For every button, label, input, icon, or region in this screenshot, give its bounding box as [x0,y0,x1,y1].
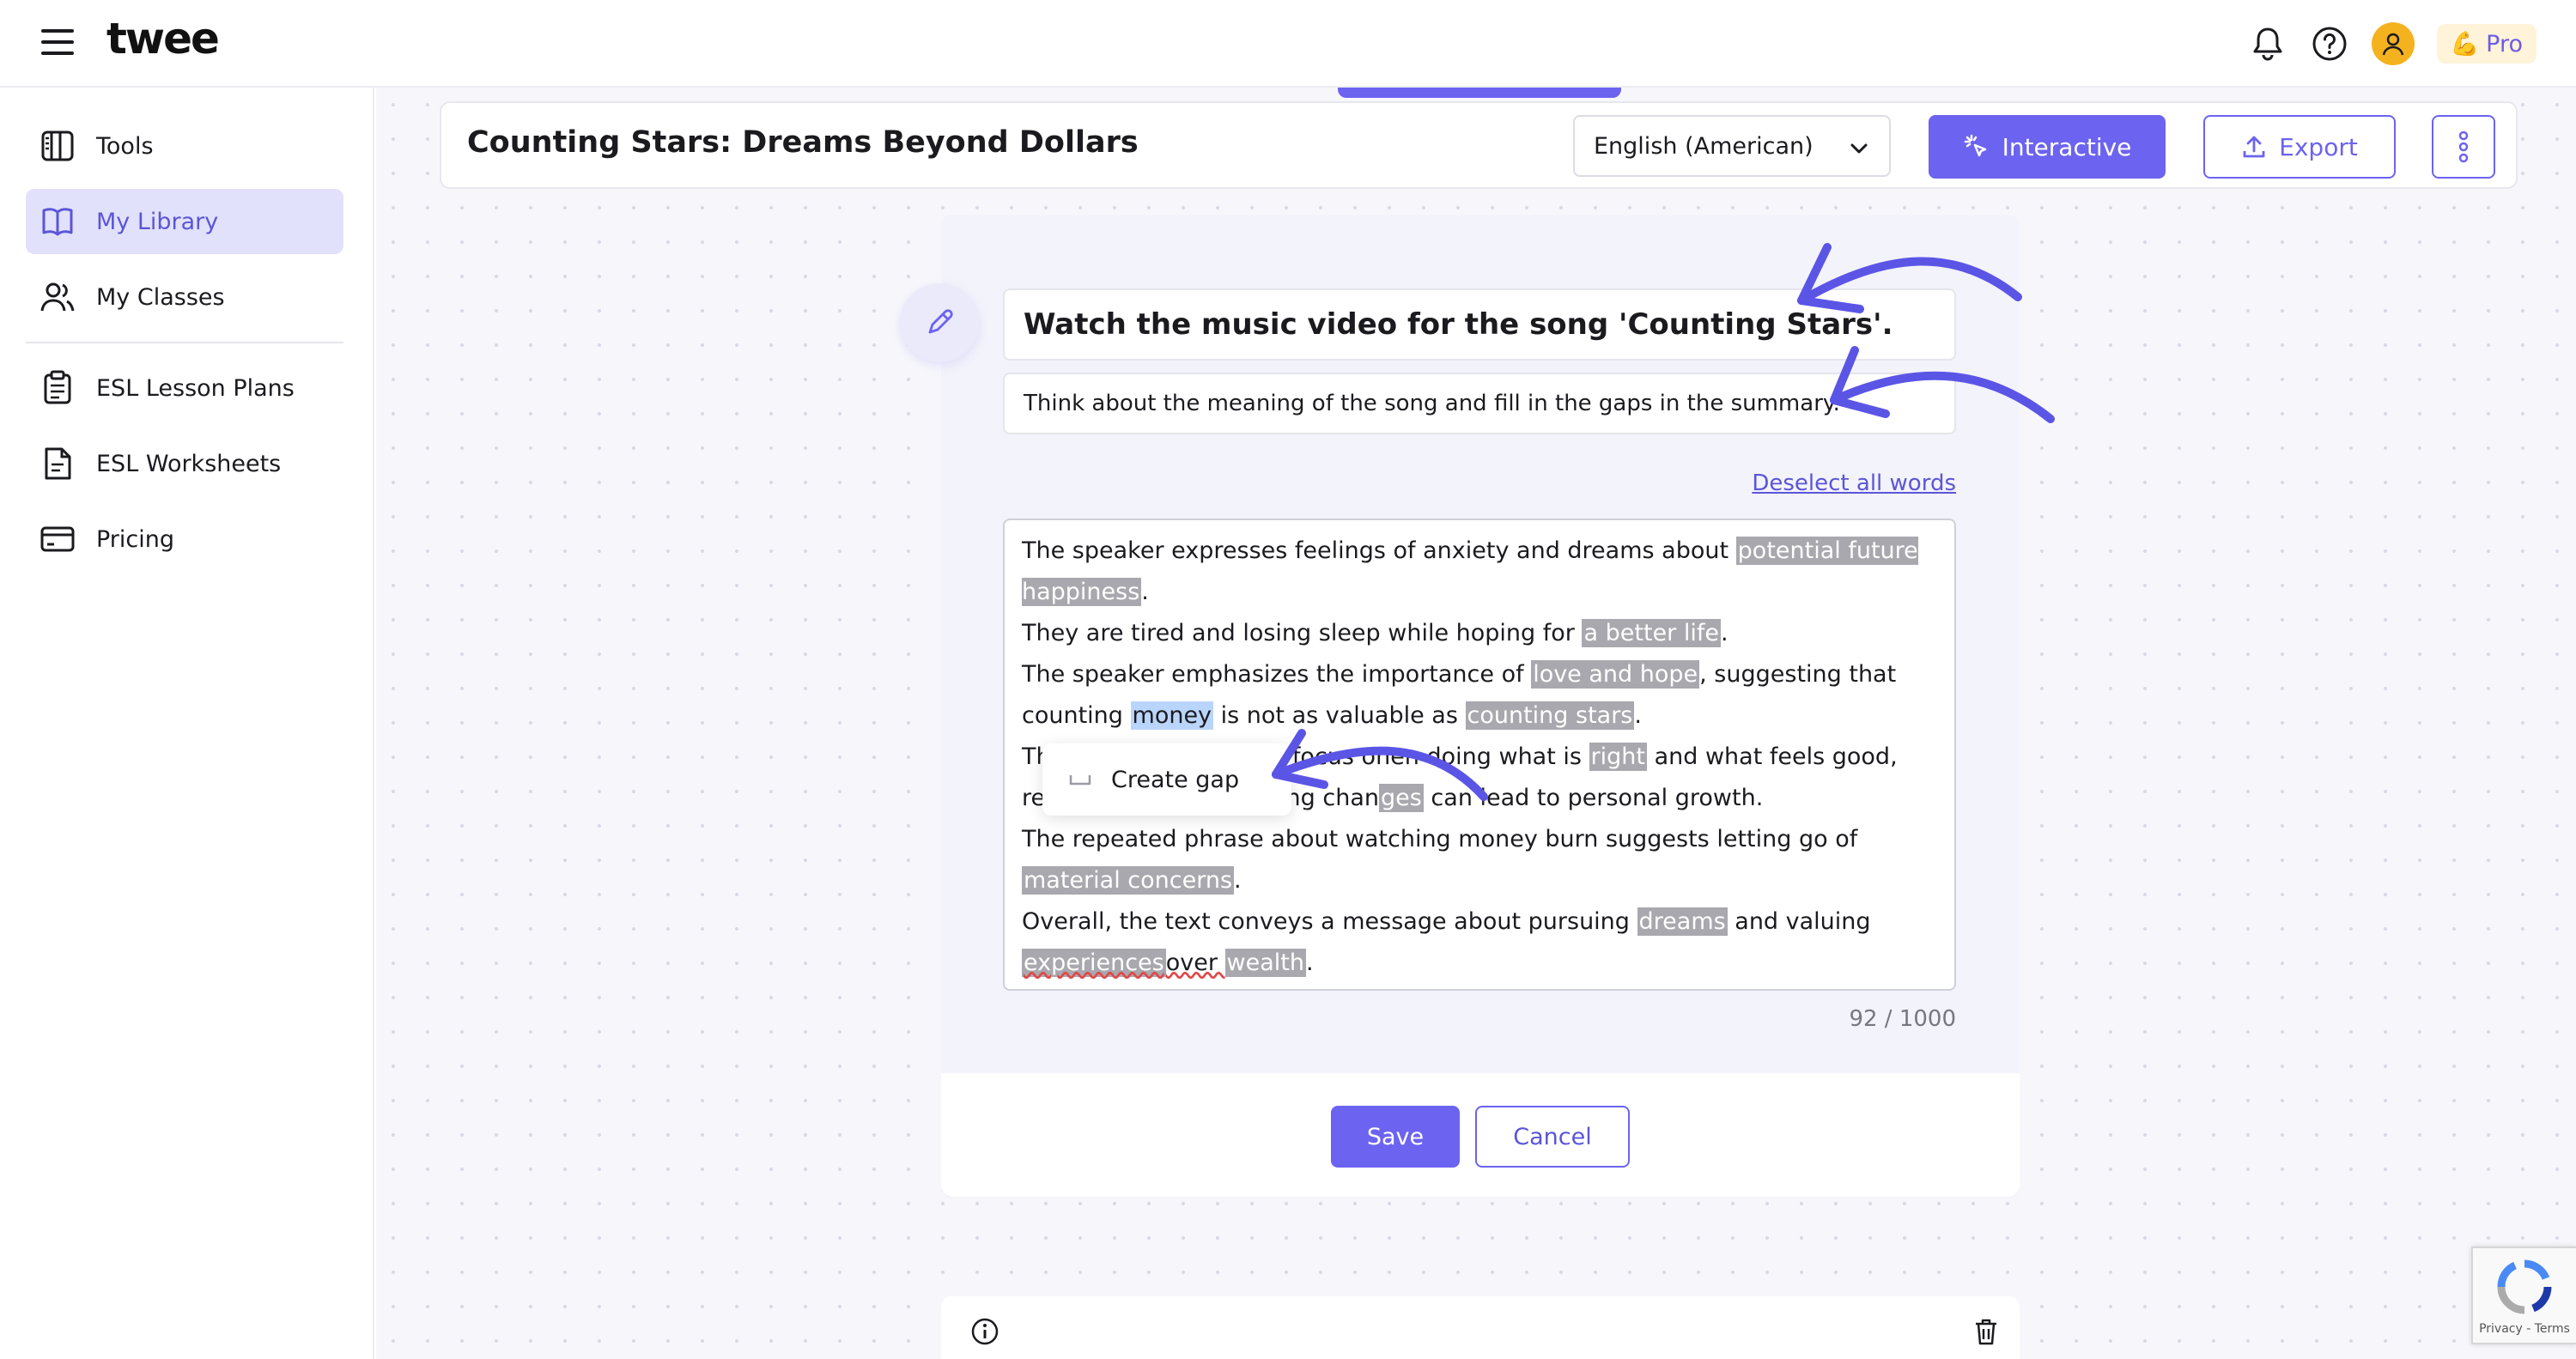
sidebar-divider [26,342,343,343]
text-line-1: The speaker expresses feelings of anxiet… [1022,537,1918,606]
gap-word[interactable]: a better life [1582,619,1721,647]
interactive-label: Interactive [2002,132,2132,161]
sidebar-item-tools[interactable]: Tools [26,113,343,179]
recaptcha-badge[interactable]: Privacy - Terms [2471,1247,2576,1344]
trash-icon[interactable] [1973,1317,1999,1346]
gap-word[interactable]: right [1589,743,1647,771]
export-label: Export [2279,132,2358,161]
lesson-plans-icon [44,370,71,404]
deselect-all-link[interactable]: Deselect all words [1750,470,1956,496]
help-icon[interactable] [2310,24,2349,64]
avatar[interactable] [2371,22,2415,65]
upload-icon [2243,136,2265,158]
top-right-controls: 💪 Pro [2248,21,2537,67]
language-select[interactable]: English (American) [1573,115,1891,177]
language-value: English (American) [1594,132,1814,160]
pro-badge[interactable]: 💪 Pro [2436,24,2537,64]
export-button[interactable]: Export [2203,115,2396,179]
top-bar: twee 💪 Pro [0,0,2576,88]
gap-word[interactable]: experiences [1022,949,1166,977]
pencil-icon [928,309,953,334]
gap-word[interactable]: wealth [1224,949,1306,977]
library-icon [42,208,73,236]
recaptcha-icon [2497,1259,2552,1314]
save-button[interactable]: Save [1331,1106,1460,1168]
gap-word[interactable]: material concerns [1022,866,1235,895]
next-exercise-card [941,1296,2020,1359]
exercise-title-field[interactable]: Watch the music video for the song 'Coun… [1003,288,1956,361]
text-line-2: They are tired and losing sleep while ho… [1022,619,1728,647]
sidebar-item-label: Tools [96,132,154,160]
gap-icon [1069,775,1091,786]
page-title: Counting Stars: Dreams Beyond Dollars [467,125,1139,160]
interactive-button[interactable]: Interactive [1929,115,2166,179]
main-content: Counting Stars: Dreams Beyond Dollars En… [376,88,2576,1359]
selected-word[interactable]: money [1130,701,1214,730]
sidebar-item-label: Pricing [96,525,175,553]
sidebar-item-my-library[interactable]: My Library [26,189,343,254]
character-counter: 92 / 1000 [1849,1006,1956,1032]
chevron-down-icon [1850,143,1868,154]
gap-word[interactable]: love and hope [1531,660,1700,689]
document-toolbar: Counting Stars: Dreams Beyond Dollars En… [440,101,2518,189]
pro-label: Pro [2486,30,2523,58]
sidebar-item-esl-worksheets[interactable]: ESL Worksheets [26,431,343,496]
sidebar-item-pricing[interactable]: Pricing [26,507,343,572]
exercise-instructions-field[interactable]: Think about the meaning of the song and … [1003,373,1956,434]
sparkle-cursor-icon [1964,134,1986,157]
sidebar-item-label: My Library [96,208,219,235]
worksheets-icon [45,447,71,480]
pricing-icon [40,526,75,552]
vertical-dots-icon [2458,130,2469,163]
sidebar-item-my-classes[interactable]: My Classes [26,264,343,330]
recaptcha-footer[interactable]: Privacy - Terms [2479,1322,2570,1336]
twee-logo[interactable]: twee [106,14,220,64]
sidebar-item-label: ESL Lesson Plans [96,374,295,402]
sidebar-item-label: ESL Worksheets [96,450,282,477]
text-line-5: The repeated phrase about watching money… [1022,826,1858,895]
sidebar-item-esl-lesson-plans[interactable]: ESL Lesson Plans [26,355,343,421]
tools-icon [41,130,74,161]
cancel-button[interactable]: Cancel [1475,1106,1630,1168]
classes-icon [40,282,75,312]
pro-emoji: 💪 [2450,31,2480,58]
edit-button[interactable] [900,283,979,362]
bell-icon[interactable] [2248,24,2287,64]
create-gap-label: Create gap [1111,766,1240,793]
gap-word[interactable]: counting stars [1465,701,1635,730]
sidebar: Tools My Library My Classes ESL Lesson P… [0,88,374,1359]
text-line-6: Overall, the text conveys a message abou… [1022,907,1871,977]
menu-icon[interactable] [41,29,74,55]
more-options-button[interactable] [2432,115,2495,179]
create-gap-popup[interactable]: Create gap [1042,743,1291,816]
gap-word[interactable]: ges [1379,784,1424,812]
sidebar-item-label: My Classes [96,283,225,311]
text-line-3: The speaker emphasizes the importance of… [1022,660,1897,730]
gap-word[interactable]: dreams [1637,907,1728,936]
info-icon[interactable] [970,1317,999,1346]
active-tab-indicator [1338,88,1621,98]
